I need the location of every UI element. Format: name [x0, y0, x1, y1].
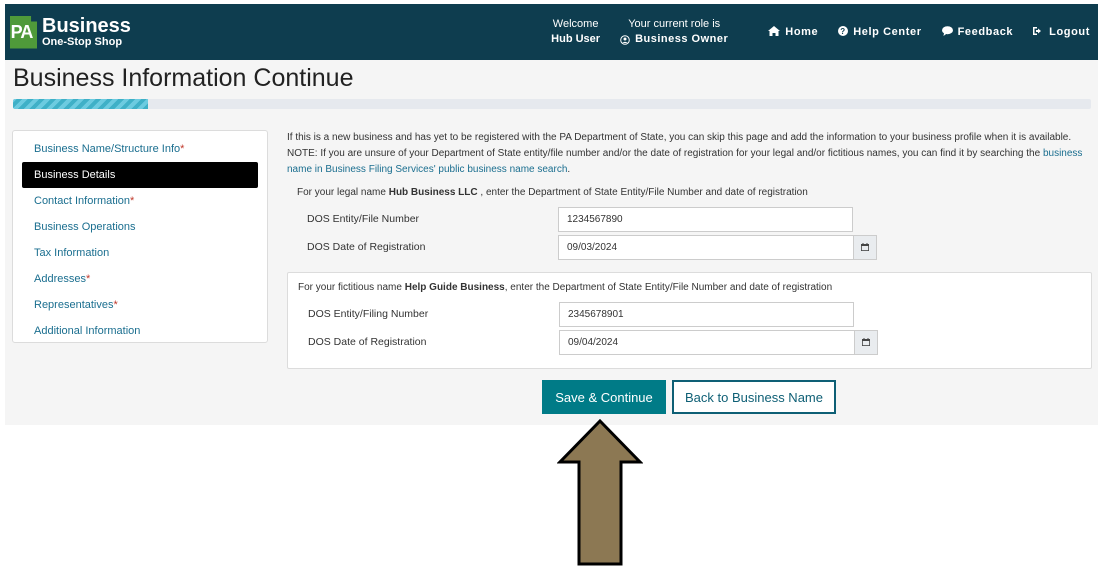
home-icon	[768, 25, 781, 39]
progress-bar-fill	[13, 99, 148, 109]
legal-calendar-button[interactable]	[853, 234, 877, 260]
welcome-block: Welcome Hub User	[551, 17, 600, 47]
welcome-label: Welcome	[552, 18, 599, 30]
legal-name: Hub Business LLC	[388, 187, 478, 198]
form-actions: Save & Continue Back to Business Name	[542, 380, 836, 414]
up-arrow-annotation-icon	[557, 418, 643, 566]
sidebar-item-business-operations[interactable]: Business Operations	[22, 214, 258, 240]
pa-keystone-logo: PA	[10, 15, 37, 49]
back-to-business-name-button[interactable]: Back to Business Name	[672, 380, 836, 414]
sign-out-icon	[1033, 26, 1044, 39]
sidebar-item-representatives[interactable]: Representatives*	[22, 292, 258, 318]
main-panel: Business Information Continue Business N…	[5, 60, 1098, 425]
fictitious-entity-number-input[interactable]: 2345678901	[559, 301, 854, 327]
form-content: If this is a new business and has yet to…	[287, 130, 1092, 369]
fictitious-name-section: For your fictitious name Help Guide Busi…	[287, 272, 1092, 369]
legal-entity-label: DOS Entity/File Number	[307, 213, 420, 225]
page: PA Business One-Stop Shop Welcome Hub Us…	[0, 0, 1098, 567]
header-right: Welcome Hub User Your current role is Bu…	[551, 4, 1098, 60]
welcome-user: Hub User	[551, 33, 601, 45]
fictitious-registration-date-input[interactable]: 09/04/2024	[559, 329, 854, 355]
top-header: PA Business One-Stop Shop Welcome Hub Us…	[5, 4, 1098, 60]
legal-entity-number-input[interactable]: 1234567890	[558, 206, 853, 232]
legal-name-section: For your legal name Hub Business LLC , e…	[287, 184, 1092, 261]
sidebar-item-additional-information[interactable]: Additional Information	[22, 318, 258, 344]
legal-date-row: DOS Date of Registration 09/03/2024	[297, 233, 1092, 261]
logout-label: Logout	[1049, 26, 1090, 38]
logo-title: Business	[42, 15, 131, 37]
save-continue-button[interactable]: Save & Continue	[542, 380, 666, 414]
page-title: Business Information Continue	[13, 64, 354, 92]
fictitious-name: Help Guide Business	[404, 282, 505, 293]
fictitious-calendar-button[interactable]	[854, 329, 878, 355]
sidebar-item-business-name-structure[interactable]: Business Name/Structure Info*	[22, 136, 258, 162]
progress-bar	[13, 99, 1091, 109]
sidebar-item-addresses[interactable]: Addresses*	[22, 266, 258, 292]
logo-subtitle: One-Stop Shop	[42, 36, 123, 48]
calendar-icon	[862, 338, 870, 346]
fictitious-date-row: DOS Date of Registration 09/04/2024	[298, 328, 1091, 356]
sidebar-item-tax-information[interactable]: Tax Information	[22, 240, 258, 266]
comment-icon	[941, 25, 953, 39]
svg-text:?: ?	[841, 27, 847, 36]
user-circle-icon	[620, 34, 630, 45]
role-value: Business Owner	[635, 33, 729, 45]
role-label: Your current role is	[628, 18, 721, 30]
home-link[interactable]: Home	[768, 25, 819, 39]
legal-name-heading: For your legal name Hub Business LLC , e…	[297, 187, 808, 198]
intro-text: If this is a new business and has yet to…	[287, 132, 1083, 175]
role-block[interactable]: Your current role is Business Owner	[620, 17, 728, 47]
fictitious-entity-row: DOS Entity/Filing Number 2345678901	[298, 300, 1091, 328]
fictitious-name-heading: For your fictitious name Help Guide Busi…	[298, 282, 833, 293]
sidebar-item-contact-information[interactable]: Contact Information*	[22, 188, 258, 214]
fictitious-entity-label: DOS Entity/Filing Number	[308, 308, 429, 320]
fictitious-date-label: DOS Date of Registration	[308, 336, 427, 348]
site-logo[interactable]: PA Business One-Stop Shop	[10, 15, 131, 49]
question-circle-icon: ?	[838, 25, 849, 39]
feedback-label: Feedback	[957, 26, 1014, 38]
calendar-icon	[861, 243, 869, 251]
legal-entity-row: DOS Entity/File Number 1234567890	[297, 205, 1092, 233]
sidebar-nav: Business Name/Structure Info* Business D…	[12, 130, 268, 343]
sidebar-item-business-details[interactable]: Business Details	[22, 162, 258, 188]
feedback-link[interactable]: Feedback	[941, 25, 1014, 39]
logout-link[interactable]: Logout	[1033, 26, 1090, 39]
logo-text: Business One-Stop Shop	[42, 16, 131, 48]
help-center-link[interactable]: ? Help Center	[838, 25, 922, 39]
legal-date-label: DOS Date of Registration	[307, 241, 426, 253]
help-center-label: Help Center	[853, 26, 922, 38]
legal-registration-date-input[interactable]: 09/03/2024	[558, 234, 853, 260]
home-label: Home	[785, 26, 819, 38]
